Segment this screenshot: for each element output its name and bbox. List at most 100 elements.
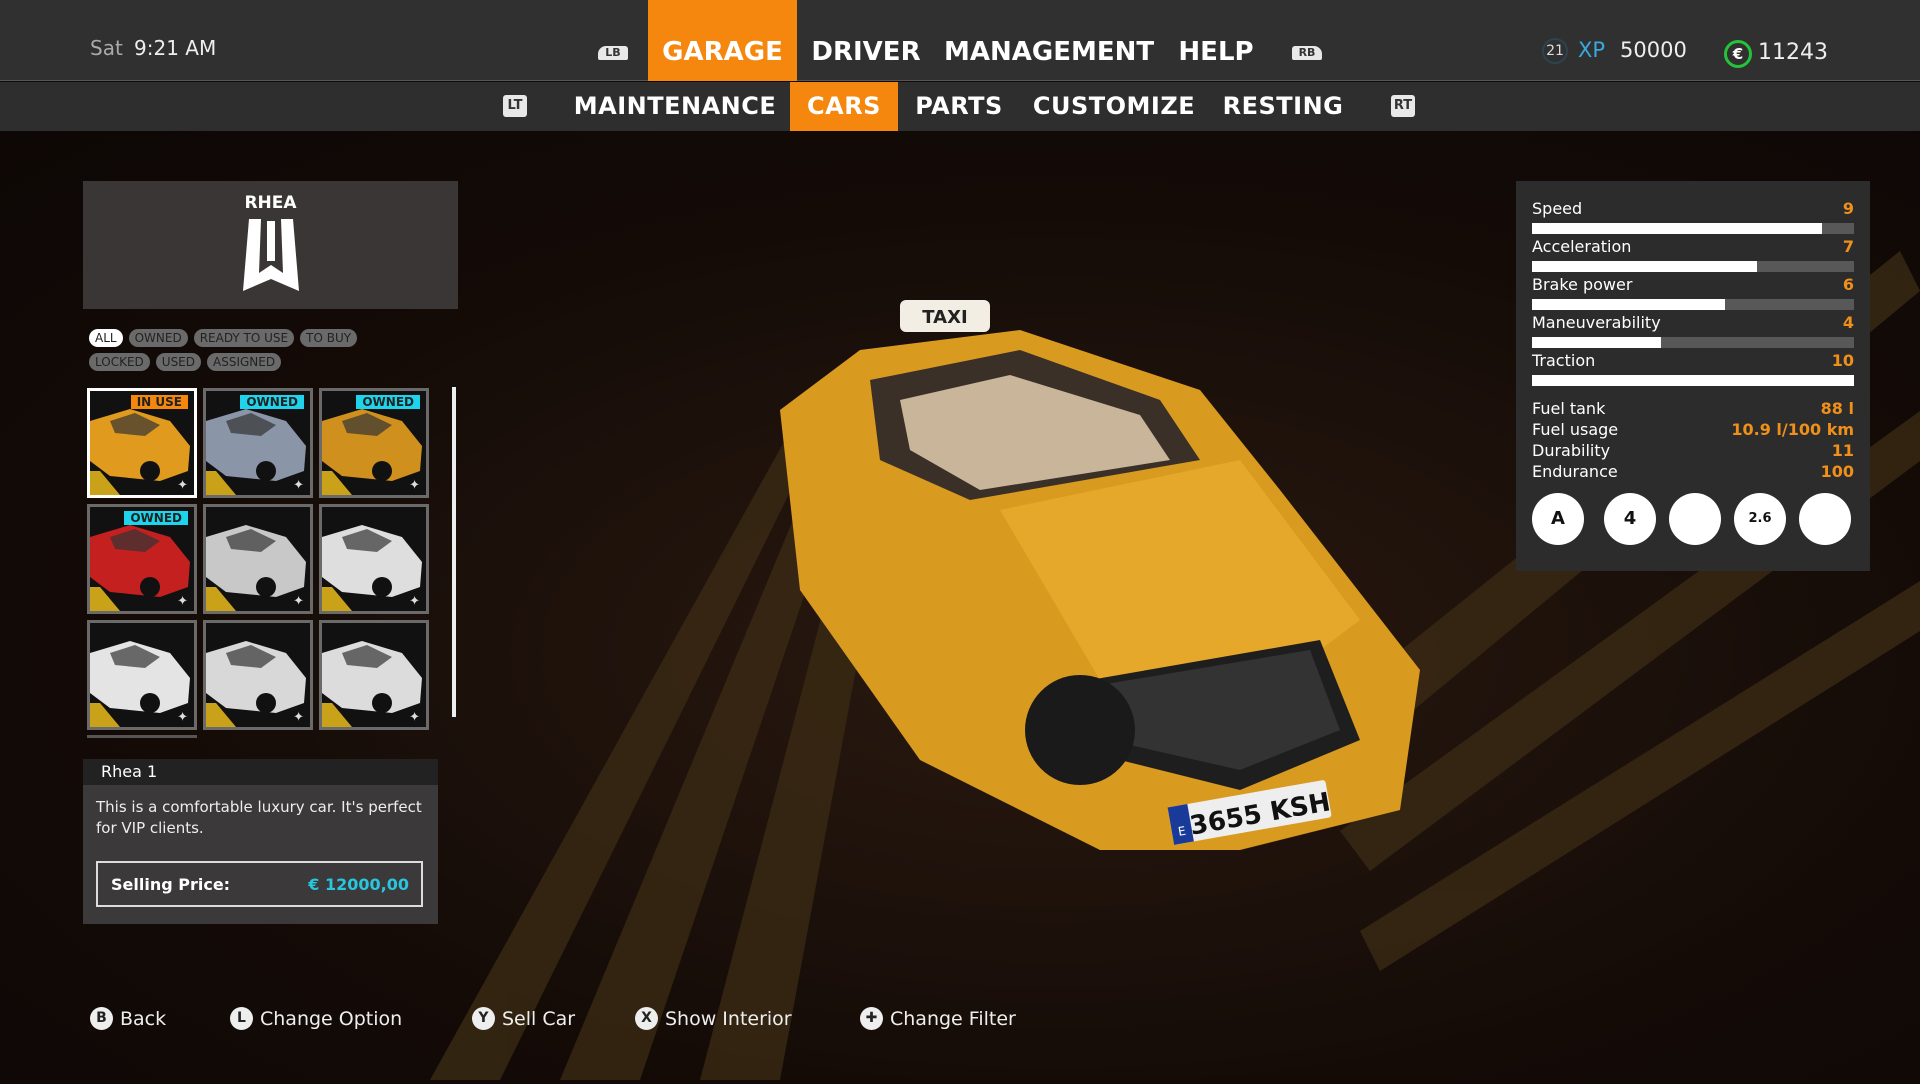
hint-label: Change Option xyxy=(260,1007,403,1030)
plus-icon: ✦ xyxy=(293,594,304,609)
button-dpad-icon: ✚ xyxy=(860,1007,883,1030)
grid-row-hint xyxy=(87,735,197,738)
filter-locked[interactable]: LOCKED xyxy=(89,353,150,371)
stat-bar-fill xyxy=(1532,337,1661,348)
stat-speed: Speed 9 xyxy=(1532,199,1854,235)
car-tile[interactable]: OWNED ✦ xyxy=(203,388,313,498)
tab-management[interactable]: MANAGEMENT xyxy=(944,0,1154,81)
filter-owned[interactable]: OWNED xyxy=(128,329,188,347)
car-tile[interactable]: ✦ xyxy=(203,620,313,730)
spec-value: 10.9 l/100 km xyxy=(1731,420,1854,439)
spec-value: 100 xyxy=(1820,462,1854,481)
stat-value: 4 xyxy=(1842,313,1854,332)
filter-ready-to-use[interactable]: READY TO USE xyxy=(193,329,295,347)
top-bar: Sat 9:21 AM LB GARAGE DRIVER MANAGEMENT … xyxy=(0,0,1920,81)
stat-bar-fill xyxy=(1532,261,1758,272)
button-y-icon: Y xyxy=(472,1007,495,1030)
hint-label: Back xyxy=(120,1007,167,1030)
xp-label: XP xyxy=(1578,38,1606,62)
car-tile[interactable]: ✦ xyxy=(319,620,429,730)
hint-label: Sell Car xyxy=(502,1007,576,1030)
car-status-badge: IN USE xyxy=(130,395,188,409)
stat-acceleration: Acceleration 7 xyxy=(1532,237,1854,273)
car-name: Rhea 1 xyxy=(83,759,438,785)
car-status-badge: OWNED xyxy=(356,395,420,409)
car-status-badge: OWNED xyxy=(240,395,304,409)
plus-icon: ✦ xyxy=(409,594,420,609)
plus-icon: ✦ xyxy=(293,478,304,493)
stat-value: 6 xyxy=(1842,275,1854,294)
hint-sell-car[interactable]: Y Sell Car xyxy=(472,1007,575,1030)
lb-button-icon[interactable]: LB xyxy=(598,46,628,60)
tab-garage[interactable]: GARAGE xyxy=(648,0,797,81)
filter-used[interactable]: USED xyxy=(155,353,202,371)
filter-assigned[interactable]: ASSIGNED xyxy=(207,353,282,371)
tab-parts[interactable]: PARTS xyxy=(910,82,1008,131)
stat-traction: Traction 10 xyxy=(1532,351,1854,387)
lt-button-icon[interactable]: LT xyxy=(503,95,527,117)
spec-label: Fuel usage xyxy=(1532,420,1619,439)
spec-fuel-tank: Fuel tank 88 l xyxy=(1532,399,1854,418)
button-l-icon: L xyxy=(230,1007,253,1030)
stat-bar xyxy=(1532,375,1854,386)
stat-bar xyxy=(1532,261,1854,272)
hint-change-filter[interactable]: ✚ Change Filter xyxy=(860,1007,1016,1030)
xp-value: 50000 xyxy=(1620,38,1687,62)
car-description: This is a comfortable luxury car. It's p… xyxy=(96,798,422,837)
spec-endurance: Endurance 100 xyxy=(1532,462,1854,481)
hint-change-option[interactable]: L Change Option xyxy=(230,1007,402,1030)
spec-label: Endurance xyxy=(1532,462,1618,481)
stat-label: Traction xyxy=(1532,351,1596,370)
filter-chips: ALL OWNED READY TO USE TO BUY LOCKED USED ASSI… xyxy=(89,327,429,375)
stat-value: 7 xyxy=(1842,237,1854,256)
car-tile[interactable]: ✦ xyxy=(87,620,197,730)
tab-cars[interactable]: CARS xyxy=(790,82,898,131)
time-label: 9:21 AM xyxy=(134,36,217,60)
tab-help[interactable]: HELP xyxy=(1170,0,1262,81)
selling-price-box: Selling Price: € 12000,00 xyxy=(96,861,423,907)
car-grid: IN USE ✦ OWNED ✦ OWNED ✦ OWNED ✦ ✦ ✦ ✦ ✦ ✦ xyxy=(87,388,437,738)
stat-label: Brake power xyxy=(1532,275,1633,294)
selling-price-value: € 12000,00 xyxy=(308,875,409,894)
filter-all[interactable]: ALL xyxy=(89,329,123,347)
spec-value: 88 l xyxy=(1820,399,1854,418)
car-tile[interactable]: OWNED ✦ xyxy=(87,504,197,614)
stat-value: 10 xyxy=(1831,351,1854,370)
sub-navigation: LT MAINTENANCE CARS PARTS CUSTOMIZE REST… xyxy=(0,82,1920,131)
rb-button-icon[interactable]: RB xyxy=(1292,46,1322,60)
car-tile[interactable]: IN USE ✦ xyxy=(87,388,197,498)
tab-resting[interactable]: RESTING xyxy=(1220,82,1346,131)
spec-durability: Durability 11 xyxy=(1532,441,1854,460)
hint-back[interactable]: B Back xyxy=(90,1007,166,1030)
four-seats-icon: 4 xyxy=(1604,493,1656,545)
button-x-icon: X xyxy=(635,1007,658,1030)
stat-bar xyxy=(1532,337,1854,348)
taxi-sign-text: TAXI xyxy=(922,307,967,328)
plus-icon: ✦ xyxy=(177,594,188,609)
grid-scrollbar[interactable] xyxy=(452,387,456,717)
filter-to-buy[interactable]: TO BUY xyxy=(300,329,358,347)
engine-icon xyxy=(1799,493,1851,545)
level-badge: 21 xyxy=(1542,38,1568,64)
hint-show-interior[interactable]: X Show Interior xyxy=(635,1007,792,1030)
rt-button-icon[interactable]: RT xyxy=(1391,95,1415,117)
tab-maintenance[interactable]: MAINTENANCE xyxy=(572,82,778,131)
brand-panel: RHEA xyxy=(83,181,458,309)
plus-icon: ✦ xyxy=(177,710,188,725)
button-b-icon: B xyxy=(90,1007,113,1030)
plus-icon: ✦ xyxy=(293,710,304,725)
spec-value: 11 xyxy=(1831,441,1854,460)
stat-label: Speed xyxy=(1532,199,1583,218)
car-tile[interactable]: ✦ xyxy=(319,504,429,614)
euro-coin-icon: € xyxy=(1724,40,1752,68)
car-tile[interactable]: ✦ xyxy=(203,504,313,614)
plus-icon: ✦ xyxy=(409,710,420,725)
money-value: 11243 xyxy=(1758,40,1828,65)
car-details-panel: Rhea 1 This is a comfortable luxury car.… xyxy=(83,759,438,924)
car-tile[interactable]: OWNED ✦ xyxy=(319,388,429,498)
spec-label: Durability xyxy=(1532,441,1611,460)
plus-icon: ✦ xyxy=(177,478,188,493)
day-label: Sat xyxy=(90,36,123,60)
tab-driver[interactable]: DRIVER xyxy=(806,0,926,81)
tab-customize[interactable]: CUSTOMIZE xyxy=(1030,82,1198,131)
